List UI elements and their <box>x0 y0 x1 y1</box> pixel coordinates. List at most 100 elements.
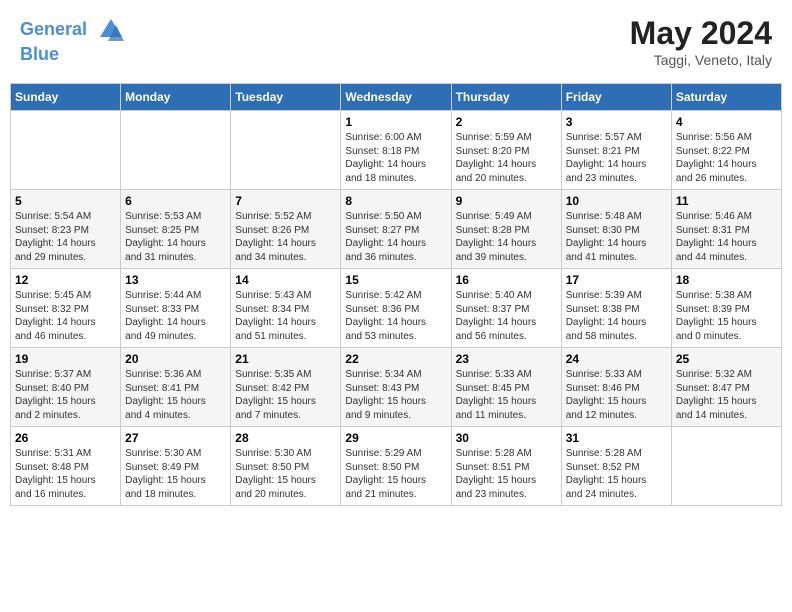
calendar-cell: 27 Sunrise: 5:30 AM Sunset: 8:49 PM Dayli… <box>121 427 231 506</box>
day-info: Sunrise: 5:35 AM Sunset: 8:42 PM Dayligh… <box>235 368 336 422</box>
day-info: Sunrise: 5:31 AM Sunset: 8:48 PM Dayligh… <box>15 447 116 501</box>
day-number: 31 <box>566 431 667 445</box>
title-area: May 2024 Taggi, Veneto, Italy <box>630 15 772 68</box>
calendar-week-row: 19 Sunrise: 5:37 AM Sunset: 8:40 PM Dayli… <box>11 348 782 427</box>
weekday-header-cell: Wednesday <box>341 84 451 111</box>
calendar-cell: 12 Sunrise: 5:45 AM Sunset: 8:32 PM Dayli… <box>11 269 121 348</box>
calendar-cell <box>671 427 781 506</box>
day-info: Sunrise: 5:43 AM Sunset: 8:34 PM Dayligh… <box>235 289 336 343</box>
calendar-cell: 5 Sunrise: 5:54 AM Sunset: 8:23 PM Daylig… <box>11 190 121 269</box>
day-info: Sunrise: 5:50 AM Sunset: 8:27 PM Dayligh… <box>345 210 446 264</box>
day-number: 16 <box>456 273 557 287</box>
calendar-cell: 24 Sunrise: 5:33 AM Sunset: 8:46 PM Dayli… <box>561 348 671 427</box>
day-info: Sunrise: 5:42 AM Sunset: 8:36 PM Dayligh… <box>345 289 446 343</box>
calendar-cell: 29 Sunrise: 5:29 AM Sunset: 8:50 PM Dayli… <box>341 427 451 506</box>
calendar-cell: 16Sunrise: 5:40 AM Sunset: 8:37 PM Dayli… <box>451 269 561 348</box>
day-number: 4 <box>676 115 777 129</box>
calendar-week-row: 26Sunrise: 5:31 AM Sunset: 8:48 PM Dayli… <box>11 427 782 506</box>
calendar: SundayMondayTuesdayWednesdayThursdayFrid… <box>10 83 782 506</box>
day-info: Sunrise: 5:54 AM Sunset: 8:23 PM Dayligh… <box>15 210 116 264</box>
day-number: 18 <box>676 273 777 287</box>
day-number: 20 <box>125 352 226 366</box>
header: General Blue May 2024 Taggi, Veneto, Ita… <box>10 10 782 73</box>
calendar-cell <box>121 111 231 190</box>
main-title: May 2024 <box>630 15 772 52</box>
day-info: Sunrise: 5:28 AM Sunset: 8:52 PM Dayligh… <box>566 447 667 501</box>
logo-icon <box>96 15 126 45</box>
logo-blue: Blue <box>20 45 126 65</box>
day-number: 19 <box>15 352 116 366</box>
day-number: 9 <box>456 194 557 208</box>
calendar-cell: 7Sunrise: 5:52 AM Sunset: 8:26 PM Daylig… <box>231 190 341 269</box>
calendar-cell: 25Sunrise: 5:32 AM Sunset: 8:47 PM Dayli… <box>671 348 781 427</box>
calendar-cell: 15 Sunrise: 5:42 AM Sunset: 8:36 PM Dayli… <box>341 269 451 348</box>
day-info: Sunrise: 5:30 AM Sunset: 8:50 PM Dayligh… <box>235 447 336 501</box>
day-number: 28 <box>235 431 336 445</box>
day-info: Sunrise: 5:45 AM Sunset: 8:32 PM Dayligh… <box>15 289 116 343</box>
day-number: 15 <box>345 273 446 287</box>
day-number: 7 <box>235 194 336 208</box>
day-number: 13 <box>125 273 226 287</box>
calendar-week-row: 12 Sunrise: 5:45 AM Sunset: 8:32 PM Dayli… <box>11 269 782 348</box>
weekday-header-cell: Monday <box>121 84 231 111</box>
calendar-cell: 1Sunrise: 6:00 AM Sunset: 8:18 PM Daylig… <box>341 111 451 190</box>
calendar-cell: 23 Sunrise: 5:33 AM Sunset: 8:45 PM Dayli… <box>451 348 561 427</box>
calendar-cell: 19 Sunrise: 5:37 AM Sunset: 8:40 PM Dayli… <box>11 348 121 427</box>
day-info: Sunrise: 5:53 AM Sunset: 8:25 PM Dayligh… <box>125 210 226 264</box>
weekday-header-cell: Thursday <box>451 84 561 111</box>
day-number: 6 <box>125 194 226 208</box>
day-info: Sunrise: 5:48 AM Sunset: 8:30 PM Dayligh… <box>566 210 667 264</box>
calendar-week-row: 1Sunrise: 6:00 AM Sunset: 8:18 PM Daylig… <box>11 111 782 190</box>
day-number: 12 <box>15 273 116 287</box>
calendar-cell: 13 Sunrise: 5:44 AM Sunset: 8:33 PM Dayli… <box>121 269 231 348</box>
calendar-cell: 6 Sunrise: 5:53 AM Sunset: 8:25 PM Daylig… <box>121 190 231 269</box>
day-info: Sunrise: 5:30 AM Sunset: 8:49 PM Dayligh… <box>125 447 226 501</box>
calendar-cell: 8Sunrise: 5:50 AM Sunset: 8:27 PM Daylig… <box>341 190 451 269</box>
day-info: Sunrise: 5:56 AM Sunset: 8:22 PM Dayligh… <box>676 131 777 185</box>
day-info: Sunrise: 5:32 AM Sunset: 8:47 PM Dayligh… <box>676 368 777 422</box>
weekday-header-row: SundayMondayTuesdayWednesdayThursdayFrid… <box>11 84 782 111</box>
day-info: Sunrise: 5:57 AM Sunset: 8:21 PM Dayligh… <box>566 131 667 185</box>
day-number: 23 <box>456 352 557 366</box>
day-number: 17 <box>566 273 667 287</box>
day-info: Sunrise: 5:49 AM Sunset: 8:28 PM Dayligh… <box>456 210 557 264</box>
day-info: Sunrise: 5:44 AM Sunset: 8:33 PM Dayligh… <box>125 289 226 343</box>
day-info: Sunrise: 5:29 AM Sunset: 8:50 PM Dayligh… <box>345 447 446 501</box>
calendar-cell: 22Sunrise: 5:34 AM Sunset: 8:43 PM Dayli… <box>341 348 451 427</box>
weekday-header-cell: Friday <box>561 84 671 111</box>
weekday-header-cell: Saturday <box>671 84 781 111</box>
day-info: Sunrise: 5:39 AM Sunset: 8:38 PM Dayligh… <box>566 289 667 343</box>
weekday-header-cell: Sunday <box>11 84 121 111</box>
calendar-cell: 20 Sunrise: 5:36 AM Sunset: 8:41 PM Dayli… <box>121 348 231 427</box>
calendar-cell: 18Sunrise: 5:38 AM Sunset: 8:39 PM Dayli… <box>671 269 781 348</box>
day-info: Sunrise: 5:37 AM Sunset: 8:40 PM Dayligh… <box>15 368 116 422</box>
calendar-cell: 30Sunrise: 5:28 AM Sunset: 8:51 PM Dayli… <box>451 427 561 506</box>
day-info: Sunrise: 5:36 AM Sunset: 8:41 PM Dayligh… <box>125 368 226 422</box>
day-number: 5 <box>15 194 116 208</box>
day-info: Sunrise: 5:28 AM Sunset: 8:51 PM Dayligh… <box>456 447 557 501</box>
day-info: Sunrise: 5:34 AM Sunset: 8:43 PM Dayligh… <box>345 368 446 422</box>
calendar-cell: 9 Sunrise: 5:49 AM Sunset: 8:28 PM Daylig… <box>451 190 561 269</box>
day-number: 21 <box>235 352 336 366</box>
day-number: 2 <box>456 115 557 129</box>
subtitle: Taggi, Veneto, Italy <box>630 52 772 68</box>
day-number: 24 <box>566 352 667 366</box>
calendar-cell: 10 Sunrise: 5:48 AM Sunset: 8:30 PM Dayli… <box>561 190 671 269</box>
day-number: 10 <box>566 194 667 208</box>
calendar-cell <box>11 111 121 190</box>
day-number: 29 <box>345 431 446 445</box>
calendar-cell <box>231 111 341 190</box>
calendar-cell: 21 Sunrise: 5:35 AM Sunset: 8:42 PM Dayli… <box>231 348 341 427</box>
calendar-cell: 26Sunrise: 5:31 AM Sunset: 8:48 PM Dayli… <box>11 427 121 506</box>
calendar-cell: 31 Sunrise: 5:28 AM Sunset: 8:52 PM Dayli… <box>561 427 671 506</box>
day-number: 11 <box>676 194 777 208</box>
calendar-cell: 4 Sunrise: 5:56 AM Sunset: 8:22 PM Daylig… <box>671 111 781 190</box>
day-info: Sunrise: 5:59 AM Sunset: 8:20 PM Dayligh… <box>456 131 557 185</box>
day-number: 1 <box>345 115 446 129</box>
logo-text: General <box>20 15 126 45</box>
day-number: 27 <box>125 431 226 445</box>
weekday-header-cell: Tuesday <box>231 84 341 111</box>
day-info: Sunrise: 5:33 AM Sunset: 8:45 PM Dayligh… <box>456 368 557 422</box>
calendar-cell: 3Sunrise: 5:57 AM Sunset: 8:21 PM Daylig… <box>561 111 671 190</box>
day-info: Sunrise: 5:33 AM Sunset: 8:46 PM Dayligh… <box>566 368 667 422</box>
